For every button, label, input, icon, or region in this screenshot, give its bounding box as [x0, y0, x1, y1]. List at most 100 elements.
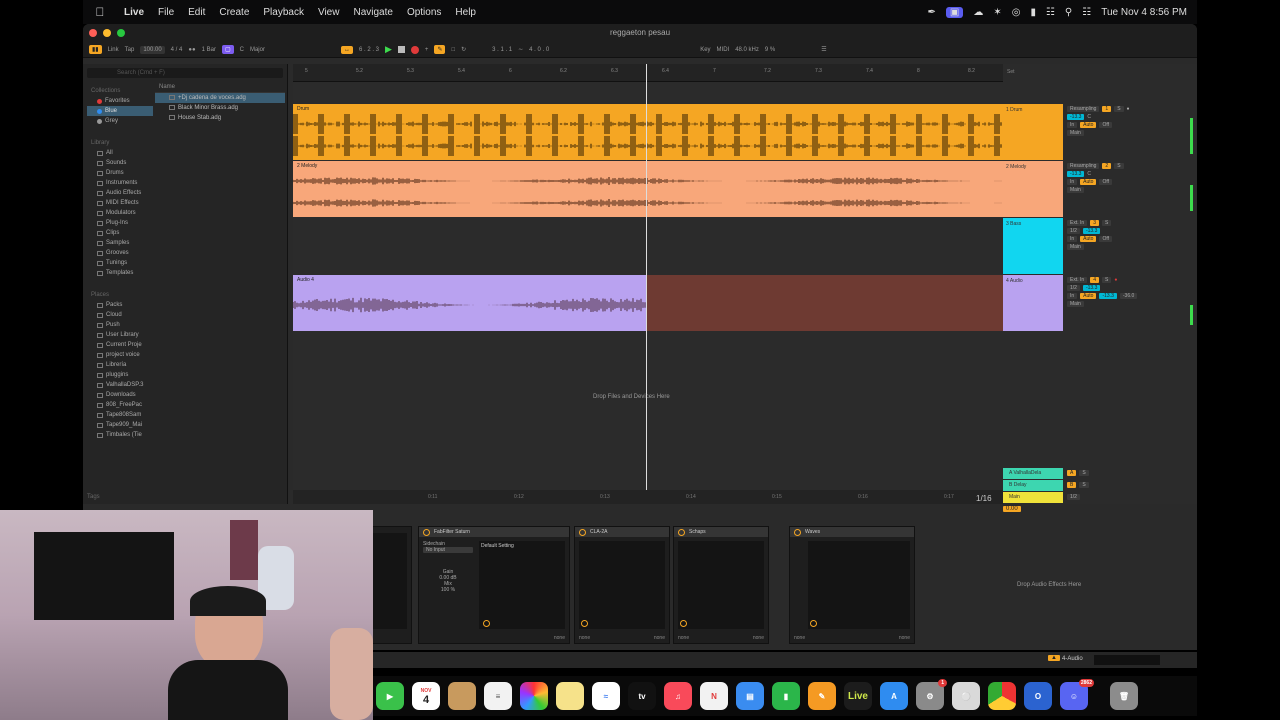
power-icon[interactable]	[810, 620, 817, 627]
return-title[interactable]: A ValhallaDela	[1003, 468, 1063, 479]
menu-view[interactable]: View	[311, 7, 347, 18]
power-icon[interactable]	[680, 620, 687, 627]
quantize-select[interactable]: 1 Bar	[202, 47, 216, 53]
monitor-in[interactable]: In	[1067, 179, 1078, 185]
photos-icon[interactable]	[520, 682, 548, 710]
stickies-icon[interactable]	[556, 682, 584, 710]
battery-icon[interactable]: ▮	[1030, 7, 1036, 18]
monitor-auto[interactable]: Auto	[1080, 122, 1097, 128]
name-column-header[interactable]: Name	[155, 82, 285, 93]
param-none[interactable]: none	[678, 635, 689, 641]
lane-audio[interactable]: Audio 4	[293, 275, 1003, 331]
monitor-auto[interactable]: Auto	[1080, 236, 1097, 242]
mix-value[interactable]: 100 %	[423, 587, 473, 593]
set-button[interactable]: Set	[1003, 64, 1197, 82]
menu-help[interactable]: Help	[448, 7, 483, 18]
volume-b[interactable]: -36.0	[1119, 293, 1138, 299]
sidechain-input[interactable]: No Input	[423, 547, 473, 553]
volume-field[interactable]: -13.3	[1067, 171, 1085, 177]
return-b[interactable]: B Delay BS	[1003, 480, 1197, 492]
library-item[interactable]: Tunings	[87, 258, 153, 268]
cloud-icon[interactable]: ☁	[973, 7, 983, 18]
power-icon[interactable]	[423, 528, 430, 536]
param-none[interactable]: none	[579, 635, 590, 641]
menu-icon[interactable]: ☰	[821, 46, 826, 53]
solo-button[interactable]: S	[1114, 106, 1124, 112]
clock-label[interactable]: Tue Nov 4 8:56 PM	[1101, 7, 1187, 18]
stop-icon[interactable]	[397, 46, 405, 53]
record-icon[interactable]	[410, 45, 419, 54]
numbers-icon[interactable]: ▮	[772, 682, 800, 710]
library-item[interactable]: All	[87, 148, 153, 158]
device-header[interactable]: Schaps	[674, 527, 768, 537]
param-none[interactable]: none	[654, 635, 665, 641]
param-none[interactable]: none	[753, 635, 764, 641]
automation-arm-icon[interactable]: ✎	[434, 45, 446, 54]
pen-icon[interactable]: ✒	[927, 7, 935, 18]
menu-file[interactable]: File	[151, 7, 181, 18]
link-button[interactable]: Link	[108, 47, 119, 53]
facetime-icon[interactable]: ▶	[376, 682, 404, 710]
collection-favorites[interactable]: Favorites	[87, 96, 153, 106]
param-none[interactable]: none	[554, 635, 565, 641]
monitor-in[interactable]: In	[1067, 236, 1078, 242]
freeform-icon[interactable]: ≈	[592, 682, 620, 710]
channel-select[interactable]: 1/2	[1067, 228, 1080, 234]
grid-counter[interactable]: 1/16	[976, 494, 992, 503]
key-map-button[interactable]: Key	[700, 47, 710, 53]
track-head-melody[interactable]: 2 Melody Resampling 2 S -13.3 C In Auto Off M…	[1003, 161, 1197, 217]
arrangement-icon[interactable]: ▮▮	[89, 45, 102, 54]
midi-map-button[interactable]: MIDI	[717, 47, 730, 53]
channel-select[interactable]: 1/2	[1067, 494, 1080, 500]
library-item[interactable]: Sounds	[87, 158, 153, 168]
apple-tv-icon[interactable]: tv	[628, 682, 656, 710]
scale-icon[interactable]: ▢	[221, 45, 234, 54]
overdub-icon[interactable]: +	[425, 47, 429, 53]
input-select[interactable]: Ext. In	[1067, 277, 1088, 283]
clip-melody[interactable]: 2 Melody	[293, 161, 1003, 217]
loop-icon[interactable]: ↻	[461, 46, 466, 53]
track-title[interactable]: 3 Bass	[1003, 218, 1063, 274]
place-item[interactable]: Timbales (Tie	[87, 430, 153, 440]
trash-icon[interactable]: 🗑	[1110, 682, 1138, 710]
draw-mode-icon[interactable]: ∼	[518, 46, 523, 53]
beat-ruler[interactable]: 5 5.2 5.3 5.4 6 6.2 6.3 6.4 7 7.2 7.3 7.4 8 8.2	[293, 64, 1003, 82]
collection-grey[interactable]: Grey	[87, 116, 153, 126]
main-title[interactable]: Main	[1003, 492, 1063, 503]
volume-field[interactable]: -13.3	[1082, 285, 1101, 291]
input-select[interactable]: Resampling	[1067, 106, 1100, 112]
input-select[interactable]: Ext. In	[1067, 220, 1088, 226]
control-center-icon[interactable]: ☷	[1082, 7, 1091, 18]
track-activator[interactable]: 3	[1090, 220, 1099, 226]
param-none[interactable]: none	[899, 635, 910, 641]
track-head-audio[interactable]: 4 Audio Ext. In 4 S ● 1/2 -13.3 In Auto -13.3-…	[1003, 275, 1197, 331]
return-activator[interactable]: A	[1067, 470, 1077, 476]
ableton-live-icon[interactable]: Live	[844, 682, 872, 710]
control-icon[interactable]: ◎	[1012, 7, 1021, 18]
device-header[interactable]: CLA-2A	[575, 527, 669, 537]
library-item[interactable]: Audio Effects	[87, 188, 153, 198]
return-a[interactable]: A ValhallaDela AS	[1003, 468, 1197, 480]
output-select[interactable]: Main	[1067, 130, 1084, 136]
place-item[interactable]: pluggins	[87, 370, 153, 380]
settings-icon[interactable]: ⚙ 1	[916, 679, 947, 710]
search-input[interactable]: Search (Cmd + F)	[87, 68, 283, 78]
tempo-field[interactable]: 100.00	[140, 45, 165, 54]
menu-app[interactable]: Live	[117, 7, 151, 18]
keynote-icon[interactable]: ▤	[736, 682, 764, 710]
return-activator[interactable]: B	[1067, 482, 1077, 488]
return-title[interactable]: B Delay	[1003, 480, 1063, 491]
library-item[interactable]: Clips	[87, 228, 153, 238]
reminders-icon[interactable]: ≡	[484, 682, 512, 710]
library-item[interactable]: Instruments	[87, 178, 153, 188]
file-item[interactable]: +Dj cadena de voces.adg	[155, 93, 285, 103]
device-cla2a[interactable]: CLA-2A none none	[574, 526, 670, 644]
wifi-icon[interactable]: ☷	[1046, 7, 1055, 18]
time-ruler[interactable]: 0:11 0:12 0:13 0:14 0:15 0:16 0:17	[293, 490, 1003, 504]
place-item[interactable]: Packs	[87, 300, 153, 310]
monitor-in[interactable]: In	[1067, 293, 1078, 299]
track-activator[interactable]: 1	[1102, 106, 1112, 112]
place-item[interactable]: 808_FreePac	[87, 400, 153, 410]
extension-icon[interactable]: ✶	[993, 7, 1001, 18]
tap-button[interactable]: Tap	[125, 47, 135, 53]
